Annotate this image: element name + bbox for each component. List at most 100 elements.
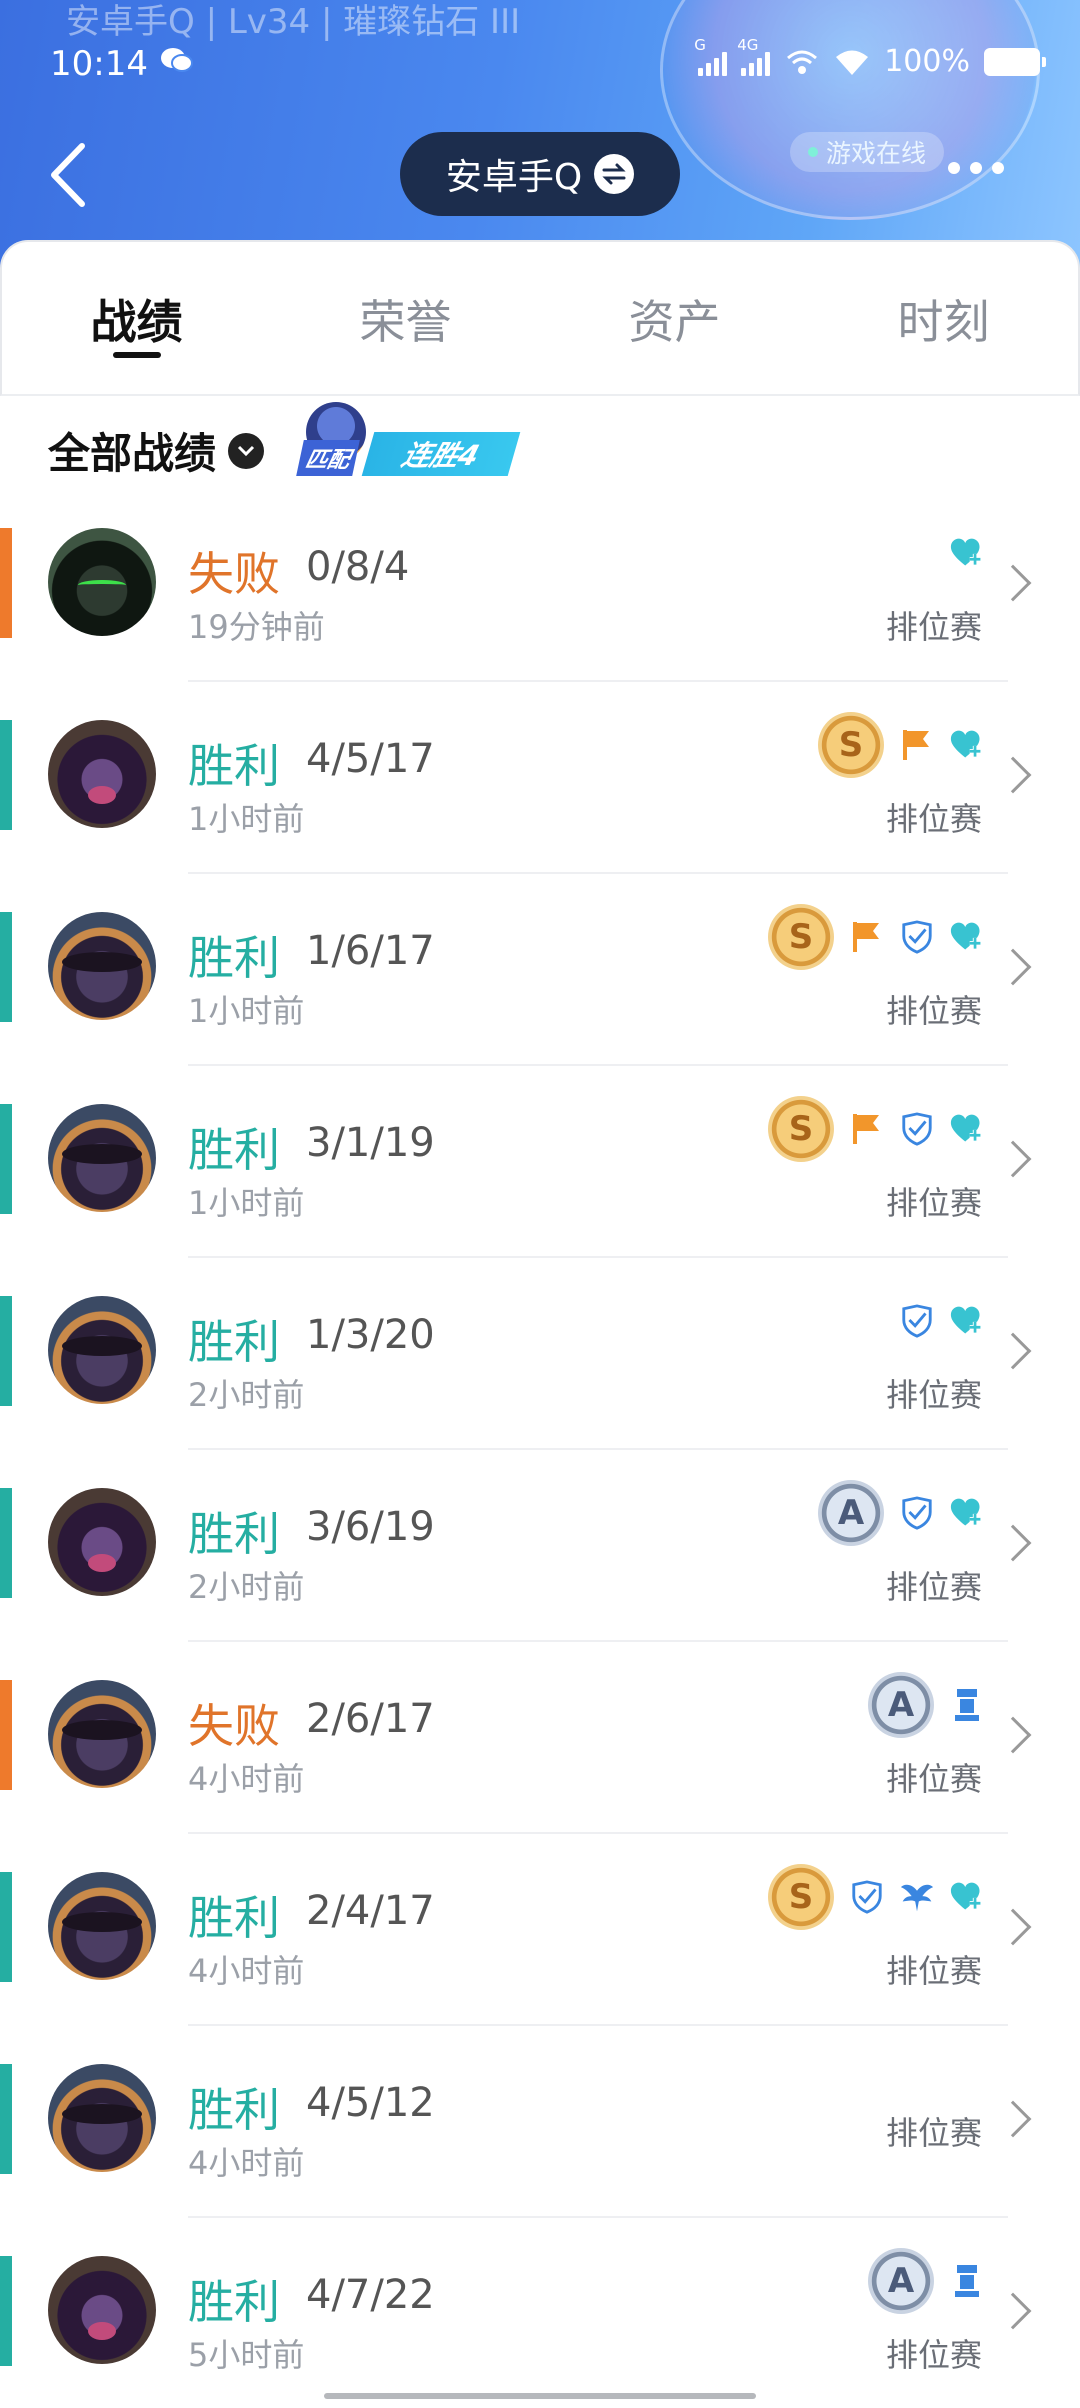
mvp-s-medal-icon: S [818, 712, 884, 778]
heart-plus-icon [950, 1304, 984, 1338]
match-time: 4小时前 [188, 1952, 305, 1990]
match-mode: 排位赛 [885, 608, 982, 646]
match-row[interactable]: 胜利 3/6/19 2小时前 A 排位赛 [0, 1450, 1080, 1642]
match-result: 失败 [188, 547, 280, 601]
shield-icon [900, 1112, 934, 1146]
chevron-right-icon [994, 1908, 1032, 1946]
account-switch-button[interactable]: 安卓手Q [400, 132, 680, 216]
hotspot-icon [787, 50, 818, 74]
match-result: 胜利 [188, 1315, 280, 1369]
match-time: 1小时前 [188, 1184, 305, 1222]
hero-avatar [48, 1680, 156, 1788]
match-list: 失败 0/8/4 19分钟前 排位赛 胜利 4/5/17 1小时前 S 排位赛 胜利 1/6/17 1… [0, 490, 1080, 2408]
back-arrow-icon[interactable] [46, 142, 90, 208]
result-indicator-bar [0, 1104, 12, 1214]
match-row[interactable]: 胜利 4/5/12 4小时前 排位赛 [0, 2026, 1080, 2218]
mvp-s-medal-icon: S [768, 904, 834, 970]
tab-assets[interactable]: 资产 [540, 242, 809, 394]
wings-icon [900, 1880, 934, 1914]
match-kda: 1/3/20 [306, 1312, 435, 1358]
match-mode: 排位赛 [885, 2336, 982, 2374]
hero-avatar [48, 2064, 156, 2172]
wechat-icon [161, 48, 193, 72]
match-row[interactable]: 失败 0/8/4 19分钟前 排位赛 [0, 490, 1080, 682]
chevron-right-icon [994, 2100, 1032, 2138]
tab-records[interactable]: 战绩 [2, 242, 271, 394]
streak-mode-tag: 匹配 [296, 440, 360, 476]
hero-avatar [48, 1488, 156, 1596]
hero-avatar [48, 528, 156, 636]
match-mode: 排位赛 [885, 1952, 982, 1990]
match-row[interactable]: 胜利 1/3/20 2小时前 排位赛 [0, 1258, 1080, 1450]
match-row[interactable]: 胜利 4/5/17 1小时前 S 排位赛 [0, 682, 1080, 874]
match-kda: 2/4/17 [306, 1888, 435, 1934]
chevron-right-icon [994, 1716, 1032, 1754]
match-achievement-icons: A [868, 2246, 984, 2316]
battery-icon [984, 47, 1046, 76]
match-time: 2小时前 [188, 1376, 305, 1414]
heart-plus-icon [950, 920, 984, 954]
match-kda: 3/1/19 [306, 1120, 435, 1166]
hero-avatar [48, 2256, 156, 2364]
chevron-right-icon [994, 1524, 1032, 1562]
match-kda: 1/6/17 [306, 928, 435, 974]
online-dot [808, 147, 818, 157]
hero-avatar [48, 1104, 156, 1212]
heart-plus-icon [950, 1880, 984, 1914]
signal-icon: G [694, 36, 728, 76]
match-time: 1小时前 [188, 992, 305, 1030]
shield-icon [900, 1304, 934, 1338]
result-indicator-bar [0, 720, 12, 830]
more-options-icon[interactable] [948, 162, 1004, 174]
status-bar-right: G 4G 100% [694, 36, 1046, 79]
result-indicator-bar [0, 2064, 12, 2174]
match-mode: 排位赛 [885, 1760, 982, 1798]
chevron-right-icon [994, 948, 1032, 986]
win-streak-badge: 连胜4 匹配 [296, 398, 521, 482]
tab-honors[interactable]: 荣誉 [271, 242, 540, 394]
match-time: 1小时前 [188, 800, 305, 838]
match-kda: 2/6/17 [306, 1696, 435, 1742]
match-achievement-icons [950, 518, 984, 588]
match-achievement-icons: S [768, 1094, 984, 1164]
flag-icon [850, 1112, 884, 1146]
match-time: 2小时前 [188, 1568, 305, 1606]
heart-plus-icon [950, 536, 984, 570]
match-result: 胜利 [188, 931, 280, 985]
hero-avatar [48, 1296, 156, 1404]
match-row[interactable]: 胜利 2/4/17 4小时前 S 排位赛 [0, 1834, 1080, 2026]
signal-4g-icon: 4G [737, 36, 771, 76]
heart-plus-icon [950, 1496, 984, 1530]
hero-avatar [48, 720, 156, 828]
result-indicator-bar [0, 1680, 12, 1790]
match-achievement-icons: A [868, 1670, 984, 1740]
chevron-right-icon [994, 2292, 1032, 2330]
match-mode: 排位赛 [885, 2114, 982, 2152]
account-name: 安卓手Q [445, 157, 583, 198]
flag-icon [900, 728, 934, 762]
match-mode: 排位赛 [885, 992, 982, 1030]
profile-tabs: 战绩 荣誉 资产 时刻 [0, 240, 1080, 396]
shield-icon [850, 1880, 884, 1914]
match-row[interactable]: 胜利 4/7/22 5小时前 A 排位赛 [0, 2218, 1080, 2408]
result-indicator-bar [0, 1872, 12, 1982]
match-time: 5小时前 [188, 2336, 305, 2374]
match-kda: 0/8/4 [306, 544, 410, 590]
match-result: 胜利 [188, 739, 280, 793]
match-result: 胜利 [188, 2275, 280, 2329]
chevron-right-icon [994, 1140, 1032, 1178]
hero-avatar [48, 912, 156, 1020]
mvp-s-medal-icon: S [768, 1096, 834, 1162]
record-filter-dropdown[interactable]: 全部战绩 [48, 420, 265, 481]
status-time: 10:14 [50, 44, 148, 84]
chevron-down-icon [228, 432, 265, 469]
tab-moments[interactable]: 时刻 [809, 242, 1078, 394]
result-indicator-bar [0, 2256, 12, 2366]
match-achievement-icons: S [768, 1862, 984, 1932]
chevron-right-icon [994, 564, 1032, 602]
match-row[interactable]: 胜利 3/1/19 1小时前 S 排位赛 [0, 1066, 1080, 1258]
header-decoration [660, 0, 1040, 220]
match-row[interactable]: 失败 2/6/17 4小时前 A 排位赛 [0, 1642, 1080, 1834]
home-indicator [324, 2393, 756, 2399]
match-row[interactable]: 胜利 1/6/17 1小时前 S 排位赛 [0, 874, 1080, 1066]
